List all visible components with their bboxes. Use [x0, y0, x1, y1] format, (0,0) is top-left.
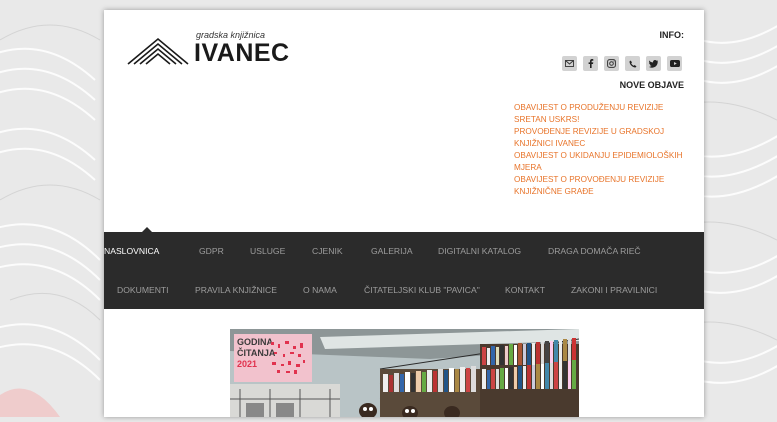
social-links [562, 56, 682, 71]
active-pointer [142, 227, 152, 232]
info-heading: INFO: [659, 30, 685, 40]
logo-mountain-icon [127, 37, 189, 65]
youtube-icon[interactable] [667, 56, 682, 71]
main-content: GODINA ČITANJA 2021 [104, 309, 704, 417]
main-navigation: NASLOVNICA GDPR USLUGE CJENIK GALERIJA D… [104, 227, 704, 309]
badge-line-1: GODINA [237, 337, 273, 347]
page-container: gradska knjižnica IVANEC INFO: NOVE OBJA… [104, 10, 704, 417]
news-link[interactable]: SRETAN USKRS! [514, 114, 689, 126]
news-link[interactable]: OBAVIJEST O PROVOĐENJU REVIZIJE KNJIŽNIČ… [514, 174, 689, 198]
nav-item-zakoni-i-pravilnici[interactable]: ZAKONI I PRAVILNICI [571, 285, 657, 295]
twitter-icon[interactable] [646, 56, 661, 71]
badge-year: 2021 [237, 359, 258, 369]
nav-item-galerija[interactable]: GALERIJA [371, 246, 413, 256]
nav-item-o-nama[interactable]: O NAMA [303, 285, 337, 295]
library-logo[interactable]: gradska knjižnica IVANEC [126, 30, 289, 70]
envelope-icon[interactable] [562, 56, 577, 71]
news-link[interactable]: OBAVIJEST O PRODUŽENJU REVIZIJE [514, 102, 689, 114]
nav-item-naslovnica[interactable]: NASLOVNICA [104, 246, 159, 256]
badge-pattern [271, 341, 305, 374]
news-list: OBAVIJEST O PRODUŽENJU REVIZIJE SRETAN U… [514, 102, 689, 198]
facebook-icon[interactable] [583, 56, 598, 71]
reading-year-badge: GODINA ČITANJA 2021 [234, 334, 312, 382]
nav-item-usluge[interactable]: USLUGE [250, 246, 285, 256]
nav-item-dokumenti[interactable]: DOKUMENTI [117, 285, 169, 295]
logo-title: IVANEC [194, 39, 290, 67]
nav-item-gdpr[interactable]: GDPR [199, 246, 224, 256]
instagram-icon[interactable] [604, 56, 619, 71]
phone-icon[interactable] [625, 56, 640, 71]
nav-item-pravila-knjiznice[interactable]: PRAVILA KNJIŽNICE [195, 285, 277, 295]
news-link[interactable]: OBAVIJEST O UKIDANJU EPIDEMIOLOŠKIH MJER… [514, 150, 689, 174]
nav-item-draga-domaca-riec[interactable]: DRAGA DOMAČA RIEČ [548, 246, 641, 256]
nav-item-kontakt[interactable]: KONTAKT [505, 285, 545, 295]
news-heading: NOVE OBJAVE [619, 80, 684, 90]
nav-item-digitalni-katalog[interactable]: DIGITALNI KATALOG [438, 246, 521, 256]
background-leaf-pattern-left [0, 0, 110, 417]
news-link[interactable]: PROVOĐENJE REVIZIJE U GRADSKOJ KNJIŽNICI… [514, 126, 689, 150]
hero-image[interactable]: GODINA ČITANJA 2021 [230, 329, 579, 417]
nav-item-citateljski-klub[interactable]: ČITATELJSKI KLUB "PAVICA" [364, 285, 480, 295]
nav-item-cjenik[interactable]: CJENIK [312, 246, 343, 256]
